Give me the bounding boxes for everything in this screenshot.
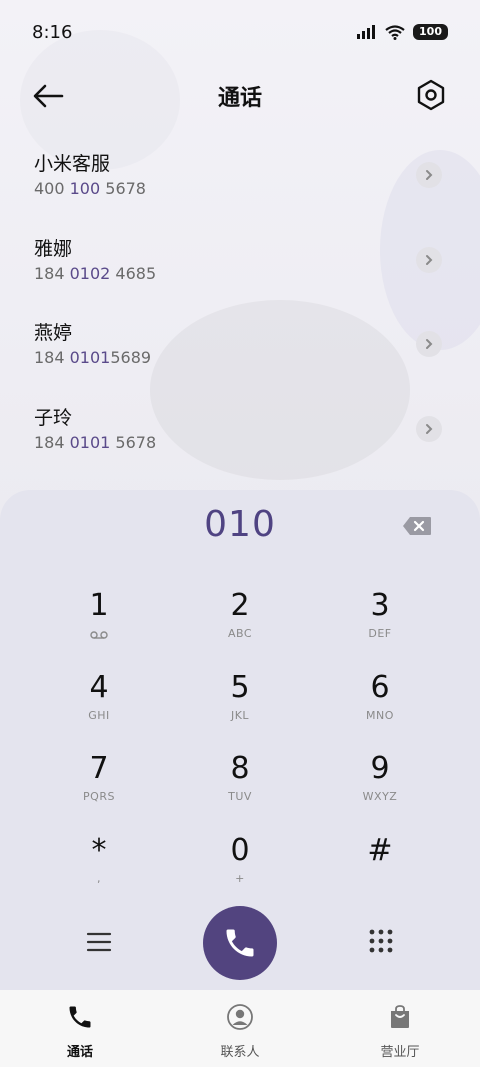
contact-row[interactable]: 子玲 184 0101 5678	[0, 394, 480, 479]
dial-key-hash[interactable]: #	[320, 833, 440, 907]
page-title: 通话	[217, 86, 262, 111]
wifi-icon	[385, 24, 405, 40]
dial-key-5[interactable]: 5 JKL	[180, 670, 300, 744]
status-bar: 8:16 100	[0, 0, 480, 66]
signal-icon	[357, 25, 376, 39]
shopping-bag-icon	[391, 1005, 409, 1028]
contact-detail-button[interactable]	[416, 415, 442, 442]
keypad-icon	[369, 929, 393, 953]
contact-number: 184 0101 5678	[34, 432, 157, 452]
voicemail-icon	[90, 631, 108, 639]
dialpad-menu-button[interactable]	[84, 927, 114, 957]
chevron-right-icon	[426, 254, 433, 265]
contact-row[interactable]: 小米客服 400 100 5678	[0, 140, 480, 225]
page-header: 通话	[0, 70, 480, 120]
contact-row[interactable]: 燕婷 184 01015689	[0, 309, 480, 394]
battery-indicator: 100	[413, 24, 448, 40]
chevron-right-icon	[426, 423, 433, 434]
contact-number: 184 0102 4685	[34, 263, 157, 283]
dial-key-star[interactable]: * ,	[39, 833, 159, 907]
contact-detail-button[interactable]	[416, 331, 442, 357]
dial-key-2[interactable]: 2 ABC	[180, 588, 300, 662]
dialpad-panel: 010 1 2 ABC 3 DEF 4 GHI 5 JKL 6 MNO 7 PQ…	[0, 490, 480, 990]
status-icons: 100	[357, 24, 448, 40]
chevron-right-icon	[426, 339, 433, 349]
contact-name: 小米客服	[34, 153, 111, 175]
tab-store[interactable]: 营业厅	[320, 990, 480, 1067]
call-button[interactable]	[203, 906, 277, 980]
phone-icon	[226, 929, 254, 957]
backspace-button[interactable]	[402, 516, 432, 536]
dial-key-6[interactable]: 6 MNO	[320, 670, 440, 744]
person-icon	[227, 1004, 253, 1030]
dial-key-0[interactable]: 0 +	[180, 833, 300, 907]
contact-number: 400 100 5678	[34, 179, 146, 198]
settings-button[interactable]	[414, 78, 448, 112]
tab-contacts-label: 联系人	[220, 1045, 260, 1060]
dial-key-1[interactable]: 1	[39, 588, 159, 662]
dial-key-9[interactable]: 9 WXYZ	[320, 751, 440, 825]
phone-icon	[69, 1006, 91, 1028]
dial-key-3[interactable]: 3 DEF	[320, 588, 440, 662]
dial-key-8[interactable]: 8 TUV	[180, 751, 300, 825]
contact-suggestion-list: 小米客服 400 100 5678 雅娜 184 0102 4685 燕婷 18…	[0, 140, 480, 478]
chevron-right-icon	[426, 170, 433, 180]
dial-key-4[interactable]: 4 GHI	[39, 670, 159, 744]
status-time: 8:16	[32, 22, 73, 43]
tab-store-label: 营业厅	[380, 1045, 420, 1060]
contact-row[interactable]: 雅娜 184 0102 4685	[0, 225, 480, 310]
backspace-icon	[403, 517, 431, 535]
hex-settings-icon	[417, 79, 445, 111]
bottom-navigation: 通话 联系人 营业厅	[0, 990, 480, 1067]
contact-detail-button[interactable]	[416, 246, 442, 273]
tab-contacts[interactable]: 联系人	[160, 990, 320, 1067]
contact-name: 燕婷	[34, 322, 73, 344]
tab-calls[interactable]: 通话	[0, 990, 160, 1067]
dialpad-toggle-button[interactable]	[366, 926, 396, 956]
tab-calls-label: 通话	[66, 1045, 93, 1060]
contact-number: 184 01015689	[34, 348, 152, 367]
menu-icon	[86, 932, 112, 952]
contact-detail-button[interactable]	[416, 162, 442, 188]
dial-key-7[interactable]: 7 PQRS	[39, 751, 159, 825]
contact-name: 雅娜	[34, 237, 73, 260]
contact-name: 子玲	[34, 406, 73, 429]
